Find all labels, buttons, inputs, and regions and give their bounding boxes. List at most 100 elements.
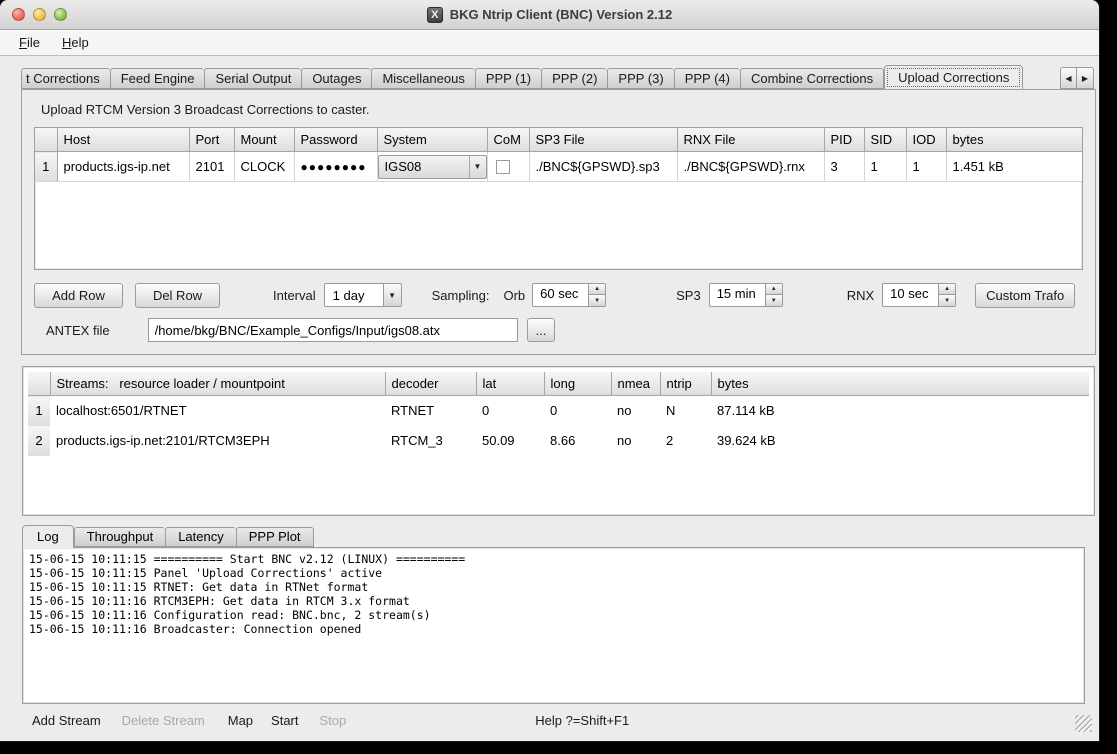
col-sp3-file: SP3 File <box>529 128 677 152</box>
rnx-file-cell[interactable]: ./BNC${GPSWD}.rnx <box>677 152 824 182</box>
antex-browse-button[interactable]: ... <box>527 318 556 342</box>
tab-scroll-left-icon[interactable]: ◀ <box>1060 67 1077 89</box>
host-cell[interactable]: products.igs-ip.net <box>57 152 189 182</box>
rnx-spinbox[interactable]: 10 sec ▲ ▼ <box>882 283 956 307</box>
menu-help[interactable]: Help <box>53 32 98 53</box>
spinner-down-icon[interactable]: ▼ <box>939 295 955 306</box>
tab-ppp-2[interactable]: PPP (2) <box>541 68 607 89</box>
add-stream-button[interactable]: Add Stream <box>32 713 101 728</box>
tab-strip: t Corrections Feed Engine Serial Output … <box>21 64 1058 89</box>
corner-header <box>28 372 50 396</box>
log-output[interactable]: 15-06-15 10:11:15 ========== Start BNC v… <box>22 547 1085 704</box>
mountpoint-cell: localhost:6501/RTNET <box>50 396 385 426</box>
tab-ppp-3[interactable]: PPP (3) <box>607 68 673 89</box>
spinner-up-icon[interactable]: ▲ <box>766 284 782 295</box>
col-port: Port <box>189 128 234 152</box>
window-controls <box>12 8 67 21</box>
lat-cell: 0 <box>476 396 544 426</box>
bottom-action-bar: Add Stream Delete Stream Map Start Stop … <box>21 704 1096 737</box>
spin-arrows: ▲ ▼ <box>938 284 955 306</box>
tab-bar: t Corrections Feed Engine Serial Output … <box>21 64 1096 89</box>
row-number[interactable]: 1 <box>35 152 57 182</box>
port-cell[interactable]: 2101 <box>189 152 234 182</box>
col-pid: PID <box>824 128 864 152</box>
nmea-cell: no <box>611 396 660 426</box>
sp3-label: SP3 <box>676 288 701 303</box>
close-button[interactable] <box>12 8 25 21</box>
start-button[interactable]: Start <box>271 713 298 728</box>
tab-combine-corrections[interactable]: Combine Corrections <box>740 68 884 89</box>
col-lat: lat <box>476 372 544 396</box>
col-sid: SID <box>864 128 906 152</box>
col-host: Host <box>57 128 189 152</box>
tab-feed-engine[interactable]: Feed Engine <box>110 68 205 89</box>
tab-broadcast-corrections[interactable]: t Corrections <box>21 68 110 89</box>
streams-table: Streams: resource loader / mountpoint de… <box>22 366 1095 516</box>
stream-row[interactable]: 1 localhost:6501/RTNET RTNET 0 0 no N 87… <box>28 396 1089 426</box>
tab-scroll-right-icon[interactable]: ▶ <box>1077 67 1094 89</box>
chevron-down-icon[interactable]: ▼ <box>469 156 486 178</box>
iod-cell[interactable]: 1 <box>906 152 946 182</box>
zoom-button[interactable] <box>54 8 67 21</box>
corner-header <box>35 128 57 152</box>
mountpoint-cell: products.igs-ip.net:2101/RTCM3EPH <box>50 426 385 456</box>
chevron-down-icon[interactable]: ▼ <box>383 284 401 306</box>
tab-latency[interactable]: Latency <box>165 527 236 547</box>
pid-cell[interactable]: 3 <box>824 152 864 182</box>
sid-cell[interactable]: 1 <box>864 152 906 182</box>
row-number[interactable]: 1 <box>28 396 50 426</box>
sp3-file-cell[interactable]: ./BNC${GPSWD}.sp3 <box>529 152 677 182</box>
spinner-down-icon[interactable]: ▼ <box>589 295 605 306</box>
interval-value: 1 day <box>325 288 383 303</box>
spinner-up-icon[interactable]: ▲ <box>589 284 605 295</box>
mount-cell[interactable]: CLOCK <box>234 152 294 182</box>
col-bytes: bytes <box>711 372 1089 396</box>
spinner-up-icon[interactable]: ▲ <box>939 284 955 295</box>
del-row-button[interactable]: Del Row <box>135 283 220 308</box>
tab-ppp-plot[interactable]: PPP Plot <box>236 527 314 547</box>
screen-background: X BKG Ntrip Client (BNC) Version 2.12 Fi… <box>0 0 1117 754</box>
add-row-button[interactable]: Add Row <box>34 283 123 308</box>
tab-scroll-buttons: ◀ ▶ <box>1060 67 1094 89</box>
sp3-spinbox[interactable]: 15 min ▲ ▼ <box>709 283 783 307</box>
delete-stream-button[interactable]: Delete Stream <box>122 713 205 728</box>
orb-spinbox[interactable]: 60 sec ▲ ▼ <box>532 283 606 307</box>
map-button[interactable]: Map <box>228 713 253 728</box>
title-bar[interactable]: X BKG Ntrip Client (BNC) Version 2.12 <box>0 0 1099 30</box>
com-checkbox[interactable] <box>496 160 510 174</box>
spinner-down-icon[interactable]: ▼ <box>766 295 782 306</box>
com-cell <box>487 152 529 182</box>
stream-row[interactable]: 2 products.igs-ip.net:2101/RTCM3EPH RTCM… <box>28 426 1089 456</box>
resize-grip-icon[interactable] <box>1075 715 1092 732</box>
ntrip-cell: N <box>660 396 711 426</box>
minimize-button[interactable] <box>33 8 46 21</box>
password-cell[interactable]: ●●●●●●●● <box>294 152 377 182</box>
bytes-cell: 1.451 kB <box>946 152 1082 182</box>
row-number[interactable]: 2 <box>28 426 50 456</box>
nmea-cell: no <box>611 426 660 456</box>
menu-bar: File Help <box>0 30 1099 56</box>
custom-trafo-button[interactable]: Custom Trafo <box>975 283 1075 308</box>
window-title: BKG Ntrip Client (BNC) Version 2.12 <box>450 7 672 22</box>
tab-ppp-1[interactable]: PPP (1) <box>475 68 541 89</box>
tab-serial-output[interactable]: Serial Output <box>204 68 301 89</box>
tab-ppp-4[interactable]: PPP (4) <box>674 68 740 89</box>
tab-upload-corrections[interactable]: Upload Corrections <box>884 65 1023 89</box>
col-password: Password <box>294 128 377 152</box>
system-cell: IGS08 ▼ <box>377 152 487 182</box>
tab-throughput[interactable]: Throughput <box>74 527 166 547</box>
interval-combobox[interactable]: 1 day ▼ <box>324 283 402 307</box>
tab-outages[interactable]: Outages <box>301 68 371 89</box>
antex-file-input[interactable] <box>148 318 518 342</box>
main-content: t Corrections Feed Engine Serial Output … <box>0 56 1099 737</box>
col-decoder: decoder <box>385 372 476 396</box>
help-shortcut-label[interactable]: Help ?=Shift+F1 <box>535 713 629 728</box>
tab-miscellaneous[interactable]: Miscellaneous <box>371 68 474 89</box>
rnx-label: RNX <box>847 288 874 303</box>
menu-file[interactable]: File <box>10 32 49 53</box>
stop-button[interactable]: Stop <box>320 713 347 728</box>
tab-log[interactable]: Log <box>22 525 74 548</box>
streams-table-header: Streams: resource loader / mountpoint de… <box>28 372 1089 396</box>
sp3-value: 15 min <box>710 284 765 306</box>
system-combobox[interactable]: IGS08 ▼ <box>378 155 487 179</box>
